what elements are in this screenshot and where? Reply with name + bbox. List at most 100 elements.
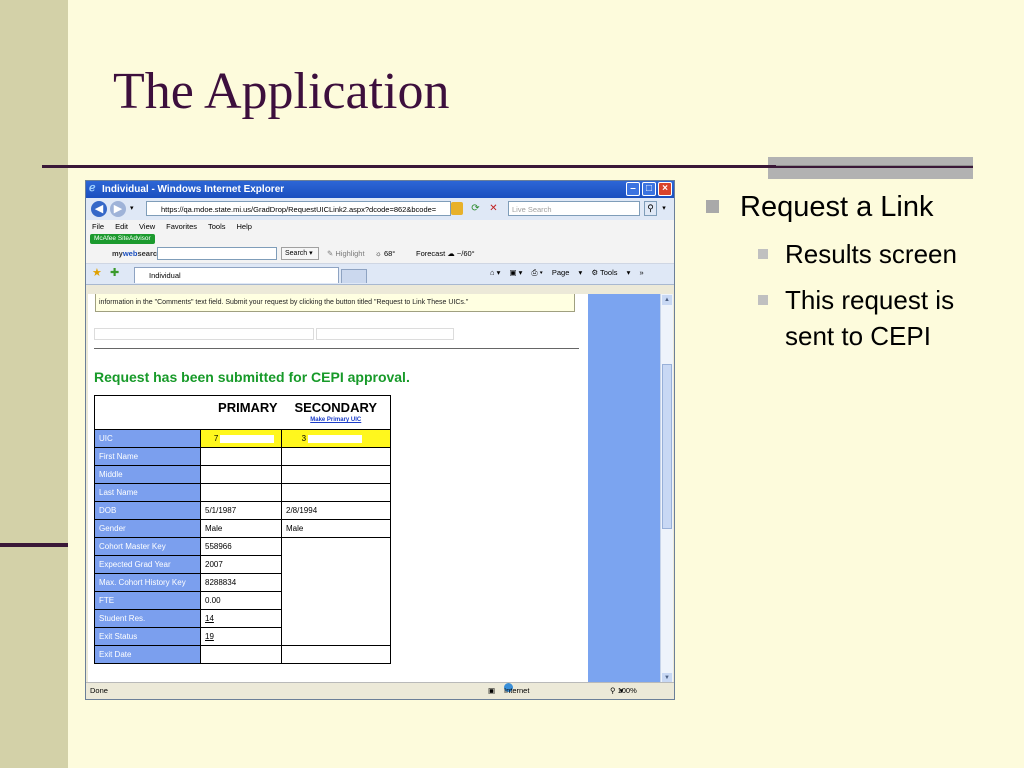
back-arrow-icon[interactable]: ◀ [91, 201, 107, 217]
page-menu[interactable]: Page ▾ [552, 268, 582, 277]
table-row: First Name [94, 447, 391, 466]
table-row: Exit Date [94, 645, 391, 664]
menu-view[interactable]: View [139, 220, 155, 234]
cell-primary: 8288834 [200, 573, 282, 592]
faded-select-secondary[interactable] [316, 328, 454, 340]
websearch-input[interactable] [157, 247, 277, 260]
row-label: Max. Cohort History Key [94, 573, 201, 592]
lock-icon[interactable] [451, 202, 463, 215]
new-tab-button[interactable] [341, 269, 367, 283]
cell-secondary [281, 465, 391, 484]
bullet-main: Request a Link [706, 188, 1006, 226]
maximize-button[interactable]: □ [642, 182, 656, 196]
student-res-link[interactable]: 14 [200, 609, 282, 628]
command-bar: ⌂ ▾ ▣ ▾ ⎙ ▾ Page ▾ ⚙ Tools ▾ » [490, 268, 651, 278]
row-label: First Name [94, 447, 201, 466]
bullet-sub: Results screen [758, 236, 965, 272]
uic-primary: 7 [200, 429, 282, 448]
websearch-button[interactable]: Search ▾ [281, 247, 319, 260]
cell-primary: 558966 [200, 537, 282, 556]
cell-primary [200, 483, 282, 502]
menu-tools[interactable]: Tools [208, 220, 226, 234]
minimize-button[interactable]: – [626, 182, 640, 196]
vertical-scrollbar[interactable]: ▲ ▼ [660, 294, 673, 684]
tools-menu[interactable]: ⚙ Tools ▾ [591, 268, 630, 277]
refresh-icon[interactable]: ⟳ [469, 202, 482, 215]
cell-secondary: 2/8/1994 [281, 501, 391, 520]
address-bar[interactable]: https://qa.mdoe.state.mi.us/GradDrop/Req… [146, 201, 451, 216]
feeds-icon[interactable]: ▣ ▾ [509, 268, 522, 277]
close-button[interactable]: × [658, 182, 672, 196]
bullet-main-text: Request a Link [740, 191, 934, 223]
bullet-list: Request a Link Results screen This reque… [706, 188, 1006, 354]
notice-text: information in the "Comments" text field… [99, 299, 469, 306]
bullet-square-icon [758, 249, 768, 259]
page-content: ▲ ▼ information in the "Comments" text f… [88, 294, 673, 684]
home-icon[interactable]: ⌂ ▾ [490, 268, 500, 277]
row-label: Gender [94, 519, 201, 538]
menu-bar: File Edit View Favorites Tools Help [86, 220, 674, 234]
cell-primary [200, 465, 282, 484]
menu-help[interactable]: Help [237, 220, 252, 234]
cell-primary: 5/1/1987 [200, 501, 282, 520]
scroll-up-icon[interactable]: ▲ [662, 295, 672, 305]
browser-window: ℯ Individual - Windows Internet Explorer… [85, 180, 675, 700]
history-dropdown-icon[interactable]: ▾ [130, 204, 134, 212]
row-label: Exit Status [94, 627, 201, 646]
table-row: Gender Male Male [94, 519, 391, 538]
cell-secondary [281, 645, 391, 664]
row-label: Cohort Master Key [94, 537, 201, 556]
live-search-input[interactable]: Live Search [508, 201, 640, 216]
bullet-sub-text: This request is sent to CEPI [785, 285, 955, 351]
websearch-logo: mywebsearch [112, 249, 162, 258]
header-secondary-cell: SECONDARY Make Primary UIC [281, 395, 391, 430]
cell-secondary [281, 483, 391, 502]
chevron-down-icon[interactable]: ▾ [659, 201, 669, 216]
chevron-more-icon[interactable]: » [639, 268, 643, 277]
cell-primary: 2007 [200, 555, 282, 574]
title-rule [42, 165, 776, 168]
mcafee-siteadvisor-button[interactable]: McAfee SiteAdvisor [90, 234, 155, 244]
bullet-square-icon [758, 295, 768, 305]
exit-status-link[interactable]: 19 [200, 627, 282, 646]
tab-label: Individual [149, 271, 181, 280]
forecast-button[interactable]: Forecast ☁ ~/60° [416, 245, 475, 263]
menu-file[interactable]: File [92, 220, 104, 234]
cell-secondary: Male [281, 519, 391, 538]
slide-title: The Application [113, 63, 450, 120]
menu-edit[interactable]: Edit [115, 220, 128, 234]
zoom-level[interactable]: ⚲ 100% ▾ [610, 683, 637, 699]
make-primary-uic-link[interactable]: Make Primary UIC [286, 417, 387, 423]
highlight-button[interactable]: ✎ Highlight [327, 245, 365, 263]
uic-secondary: 3 [281, 429, 391, 448]
favorites-bar: ★ ✚ Individual ⌂ ▾ ▣ ▾ ⎙ ▾ Page ▾ ⚙ Tool… [86, 264, 674, 285]
mcafee-toolbar: McAfee SiteAdvisor [86, 234, 674, 245]
favorites-star-icon[interactable]: ★ [92, 266, 102, 279]
faded-select-primary[interactable] [94, 328, 314, 340]
row-label: Last Name [94, 483, 201, 502]
row-label: Middle [94, 465, 201, 484]
window-titlebar[interactable]: ℯ Individual - Windows Internet Explorer… [86, 181, 674, 198]
row-label: DOB [94, 501, 201, 520]
title-rule-right [776, 166, 973, 168]
url-text: https://qa.mdoe.state.mi.us/GradDrop/Req… [161, 205, 437, 214]
window-title: Individual - Windows Internet Explorer [102, 184, 285, 195]
header-secondary: SECONDARY [294, 400, 378, 415]
print-icon[interactable]: ⎙ ▾ [532, 268, 543, 277]
header-primary: PRIMARY [94, 395, 282, 430]
menu-favorites[interactable]: Favorites [166, 220, 197, 234]
add-favorite-icon[interactable]: ✚ [110, 266, 119, 279]
tab-individual[interactable]: Individual [134, 267, 339, 283]
bullet-square-icon [706, 200, 719, 213]
address-row: ◀ ▶ ▾ https://qa.mdoe.state.mi.us/GradDr… [86, 198, 674, 220]
secondary-blank-cell [281, 537, 391, 646]
forward-arrow-icon[interactable]: ▶ [110, 201, 126, 217]
stop-icon[interactable]: ✕ [487, 202, 500, 215]
scroll-thumb[interactable] [662, 364, 672, 529]
table-row: Last Name [94, 483, 391, 502]
success-message: Request has been submitted for CEPI appr… [94, 369, 410, 385]
weather-temp[interactable]: ☼ 68° [375, 245, 395, 263]
row-label: UIC [94, 429, 201, 448]
status-text: Done [90, 686, 108, 695]
search-icon[interactable]: ⚲ [644, 201, 657, 216]
